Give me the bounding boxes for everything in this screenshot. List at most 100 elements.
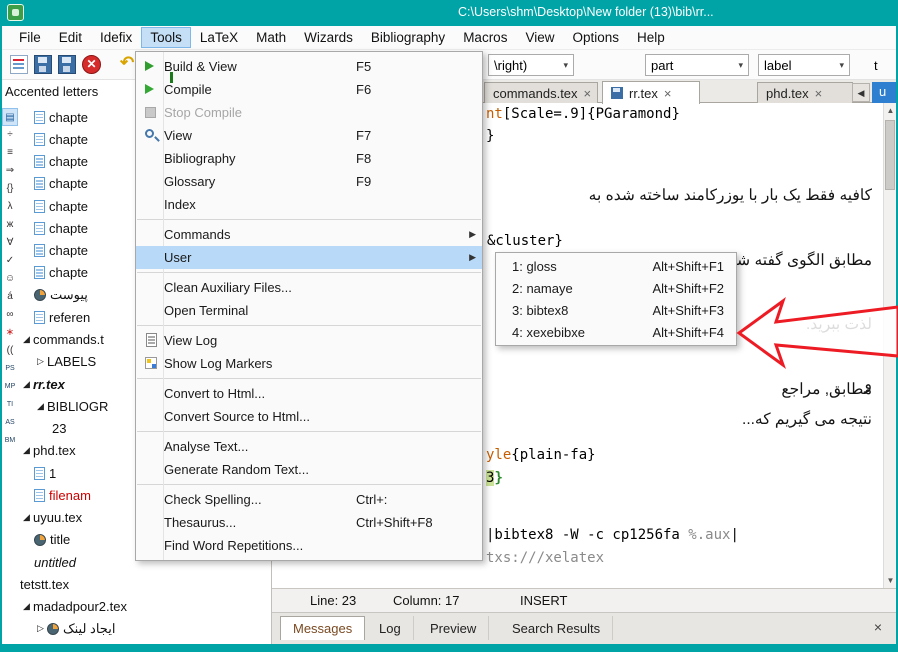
menu-item-view[interactable]: ViewF7 xyxy=(136,124,482,147)
save-all-icon[interactable] xyxy=(58,55,76,74)
close-icon[interactable]: × xyxy=(664,86,672,101)
tab-rr-tex[interactable]: rr.tex × xyxy=(602,81,700,104)
combo-value: \right) xyxy=(494,58,527,73)
mp-symbols-icon[interactable]: MP xyxy=(2,378,18,396)
window-border-bottom xyxy=(0,644,898,652)
scroll-down-icon[interactable]: ▼ xyxy=(884,573,896,588)
scroll-up-icon[interactable]: ▲ xyxy=(884,103,896,118)
submenu-item-xexebibxe[interactable]: 4: xexebibxeAlt+Shift+F4 xyxy=(496,321,736,343)
lines-icon[interactable]: ≡ xyxy=(2,144,18,162)
menu-wizards[interactable]: Wizards xyxy=(295,27,362,48)
expand-open-icon[interactable]: ◢ xyxy=(20,334,33,345)
tab-search-results[interactable]: Search Results xyxy=(500,616,613,640)
submenu-item-namaye[interactable]: 2: namayeAlt+Shift+F2 xyxy=(496,277,736,299)
menu-item-index[interactable]: Index xyxy=(136,193,482,216)
tree-label: پیوست xyxy=(50,287,88,303)
expand-closed-icon[interactable]: ▷ xyxy=(34,623,47,634)
tab-messages[interactable]: Messages xyxy=(280,616,365,640)
cyrillic-icon[interactable]: ж xyxy=(2,216,18,234)
menu-item-commands[interactable]: Commands▶ xyxy=(136,223,482,246)
menu-view[interactable]: View xyxy=(516,27,563,48)
submenu-item-gloss[interactable]: 1: glossAlt+Shift+F1 xyxy=(496,255,736,277)
menu-item-compile[interactable]: CompileF6 xyxy=(136,78,482,101)
sectioning-combo[interactable]: part ▾ xyxy=(645,54,749,76)
menu-help[interactable]: Help xyxy=(628,27,674,48)
magic-comment: txs:///xelatex xyxy=(486,550,604,566)
close-icon[interactable]: × xyxy=(815,86,823,101)
menu-item-analyse-text[interactable]: Analyse Text... xyxy=(136,435,482,458)
accented-letters-icon[interactable]: á xyxy=(2,288,18,306)
menu-math[interactable]: Math xyxy=(247,27,295,48)
as-symbols-icon[interactable]: AS xyxy=(2,414,18,432)
bm-symbols-icon[interactable]: BM xyxy=(2,432,18,450)
submenu-item-bibtex8[interactable]: 3: bibtex8Alt+Shift+F3 xyxy=(496,299,736,321)
tab-log[interactable]: Log xyxy=(367,616,414,640)
menu-file[interactable]: File xyxy=(10,27,50,48)
menu-bibliography[interactable]: Bibliography xyxy=(362,27,454,48)
smiley-icon[interactable]: ☺ xyxy=(2,270,18,288)
menu-item-find-word-repetitions[interactable]: Find Word Repetitions... xyxy=(136,534,482,557)
math-divide-icon[interactable]: ÷ xyxy=(2,126,18,144)
tree-label: chapte xyxy=(49,199,88,214)
tree-row[interactable]: ◢madadpour2.tex xyxy=(18,596,271,618)
close-panel-icon[interactable]: × xyxy=(874,619,882,635)
scrollbar-thumb[interactable] xyxy=(885,120,895,190)
tab-partial[interactable]: u xyxy=(872,82,896,103)
expand-open-icon[interactable]: ◢ xyxy=(20,601,33,612)
menu-item-check-spelling[interactable]: Check Spelling...Ctrl+: xyxy=(136,488,482,511)
document-icon xyxy=(34,244,45,257)
tab-preview[interactable]: Preview xyxy=(418,616,489,640)
menu-item-thesaurus[interactable]: Thesaurus...Ctrl+Shift+F8 xyxy=(136,511,482,534)
check-icon[interactable]: ✓ xyxy=(2,252,18,270)
document-icon xyxy=(34,311,45,324)
menu-item-generate-random-text[interactable]: Generate Random Text... xyxy=(136,458,482,481)
expand-open-icon[interactable]: ◢ xyxy=(20,445,33,456)
expand-open-icon[interactable]: ◢ xyxy=(20,379,33,390)
tab-phd-tex[interactable]: phd.tex × xyxy=(757,82,853,103)
new-file-icon[interactable] xyxy=(10,55,28,74)
menu-macros[interactable]: Macros xyxy=(454,27,516,48)
menu-item-convert-to-html[interactable]: Convert to Html... xyxy=(136,382,482,405)
expand-open-icon[interactable]: ◢ xyxy=(34,401,47,412)
menu-item-bibliography[interactable]: BibliographyF8 xyxy=(136,147,482,170)
menu-idefix[interactable]: Idefix xyxy=(91,27,141,48)
close-file-icon[interactable]: ✕ xyxy=(82,55,101,74)
menu-item-convert-source-to-html[interactable]: Convert Source to Html... xyxy=(136,405,482,428)
tab-commands-tex[interactable]: commands.tex × xyxy=(484,82,598,103)
code-line: } xyxy=(486,128,494,144)
ps-symbols-icon[interactable]: PS xyxy=(2,360,18,378)
menu-item-clean-auxiliary[interactable]: Clean Auxiliary Files... xyxy=(136,276,482,299)
menu-item-show-log-markers[interactable]: Show Log Markers xyxy=(136,352,482,375)
output-panel-tabbar: Messages Log Preview Search Results × xyxy=(272,612,896,644)
tree-label: title xyxy=(50,532,70,547)
menu-item-user[interactable]: User▶ xyxy=(136,246,482,269)
structure-panel-icon[interactable]: ▤ xyxy=(2,108,18,126)
logic-icon[interactable]: ∀ xyxy=(2,234,18,252)
ti-symbols-icon[interactable]: TI xyxy=(2,396,18,414)
braces-icon[interactable]: {} xyxy=(2,180,18,198)
tab-scroll-left-icon[interactable]: ◀ xyxy=(852,83,870,102)
greek-icon[interactable]: λ xyxy=(2,198,18,216)
menu-latex[interactable]: LaTeX xyxy=(191,27,247,48)
infinity-icon[interactable]: ∞ xyxy=(2,306,18,324)
code-line: &cluster} xyxy=(487,233,563,249)
menu-options[interactable]: Options xyxy=(563,27,628,48)
menu-edit[interactable]: Edit xyxy=(50,27,91,48)
menu-item-build-view[interactable]: Build & ViewF5 xyxy=(136,55,482,78)
menu-separator xyxy=(137,378,481,379)
expand-closed-icon[interactable]: ▷ xyxy=(34,356,47,367)
arrows-icon[interactable]: ⇒ xyxy=(2,162,18,180)
save-icon[interactable] xyxy=(34,55,52,74)
tree-row[interactable]: ▷ایجاد لینک xyxy=(18,618,271,640)
asterisk-icon[interactable]: ∗ xyxy=(2,324,18,342)
tree-row[interactable]: tetstt.tex xyxy=(18,573,271,595)
parens-icon[interactable]: (( xyxy=(2,342,18,360)
expand-open-icon[interactable]: ◢ xyxy=(20,512,33,523)
menu-item-view-log[interactable]: View Log xyxy=(136,329,482,352)
menu-tools[interactable]: Tools xyxy=(141,27,191,48)
menu-item-glossary[interactable]: GlossaryF9 xyxy=(136,170,482,193)
menu-item-open-terminal[interactable]: Open Terminal xyxy=(136,299,482,322)
references-combo[interactable]: label ▾ xyxy=(758,54,850,76)
math-delimiter-combo[interactable]: \right) ▾ xyxy=(488,54,574,76)
close-icon[interactable]: × xyxy=(584,86,592,101)
